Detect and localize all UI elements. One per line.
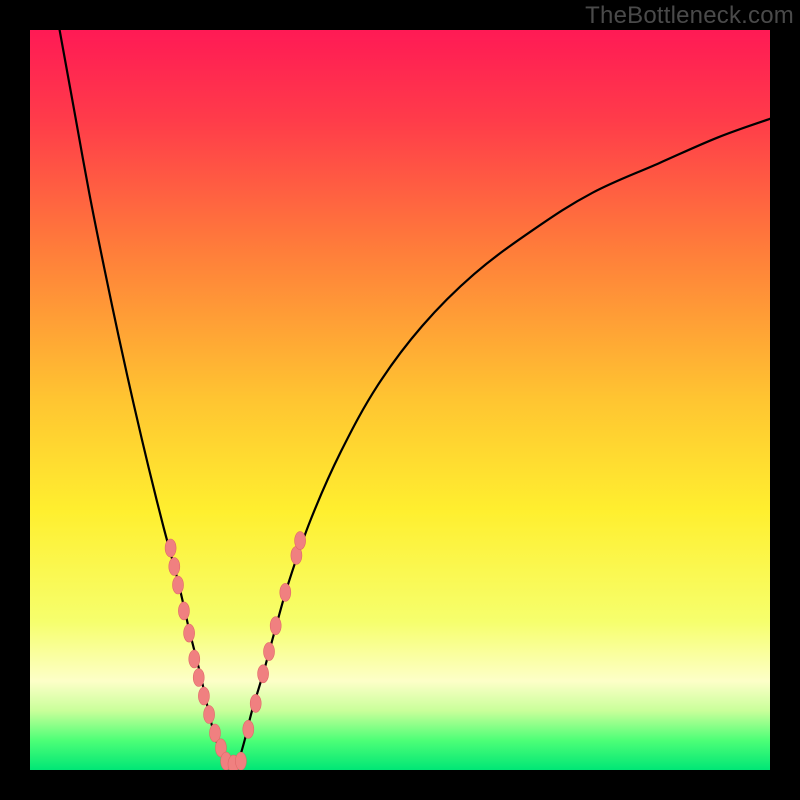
marker-ellipse	[165, 539, 176, 557]
marker-ellipse	[173, 576, 184, 594]
marker-ellipse	[270, 617, 281, 635]
marker-ellipse	[169, 558, 180, 576]
marker-ellipse	[204, 706, 215, 724]
marker-ellipse	[235, 752, 246, 770]
marker-ellipse	[184, 624, 195, 642]
marker-ellipse	[189, 650, 200, 668]
marker-ellipse	[178, 602, 189, 620]
plot-svg	[30, 30, 770, 770]
watermark-text: TheBottleneck.com	[585, 2, 794, 30]
marker-ellipse	[250, 694, 261, 712]
marker-ellipse	[193, 669, 204, 687]
marker-ellipse	[295, 532, 306, 550]
marker-ellipse	[198, 687, 209, 705]
marker-ellipse	[243, 720, 254, 738]
chart-frame: TheBottleneck.com	[0, 0, 800, 800]
marker-ellipse	[280, 583, 291, 601]
plot-background	[30, 30, 770, 770]
marker-ellipse	[264, 643, 275, 661]
marker-ellipse	[258, 665, 269, 683]
